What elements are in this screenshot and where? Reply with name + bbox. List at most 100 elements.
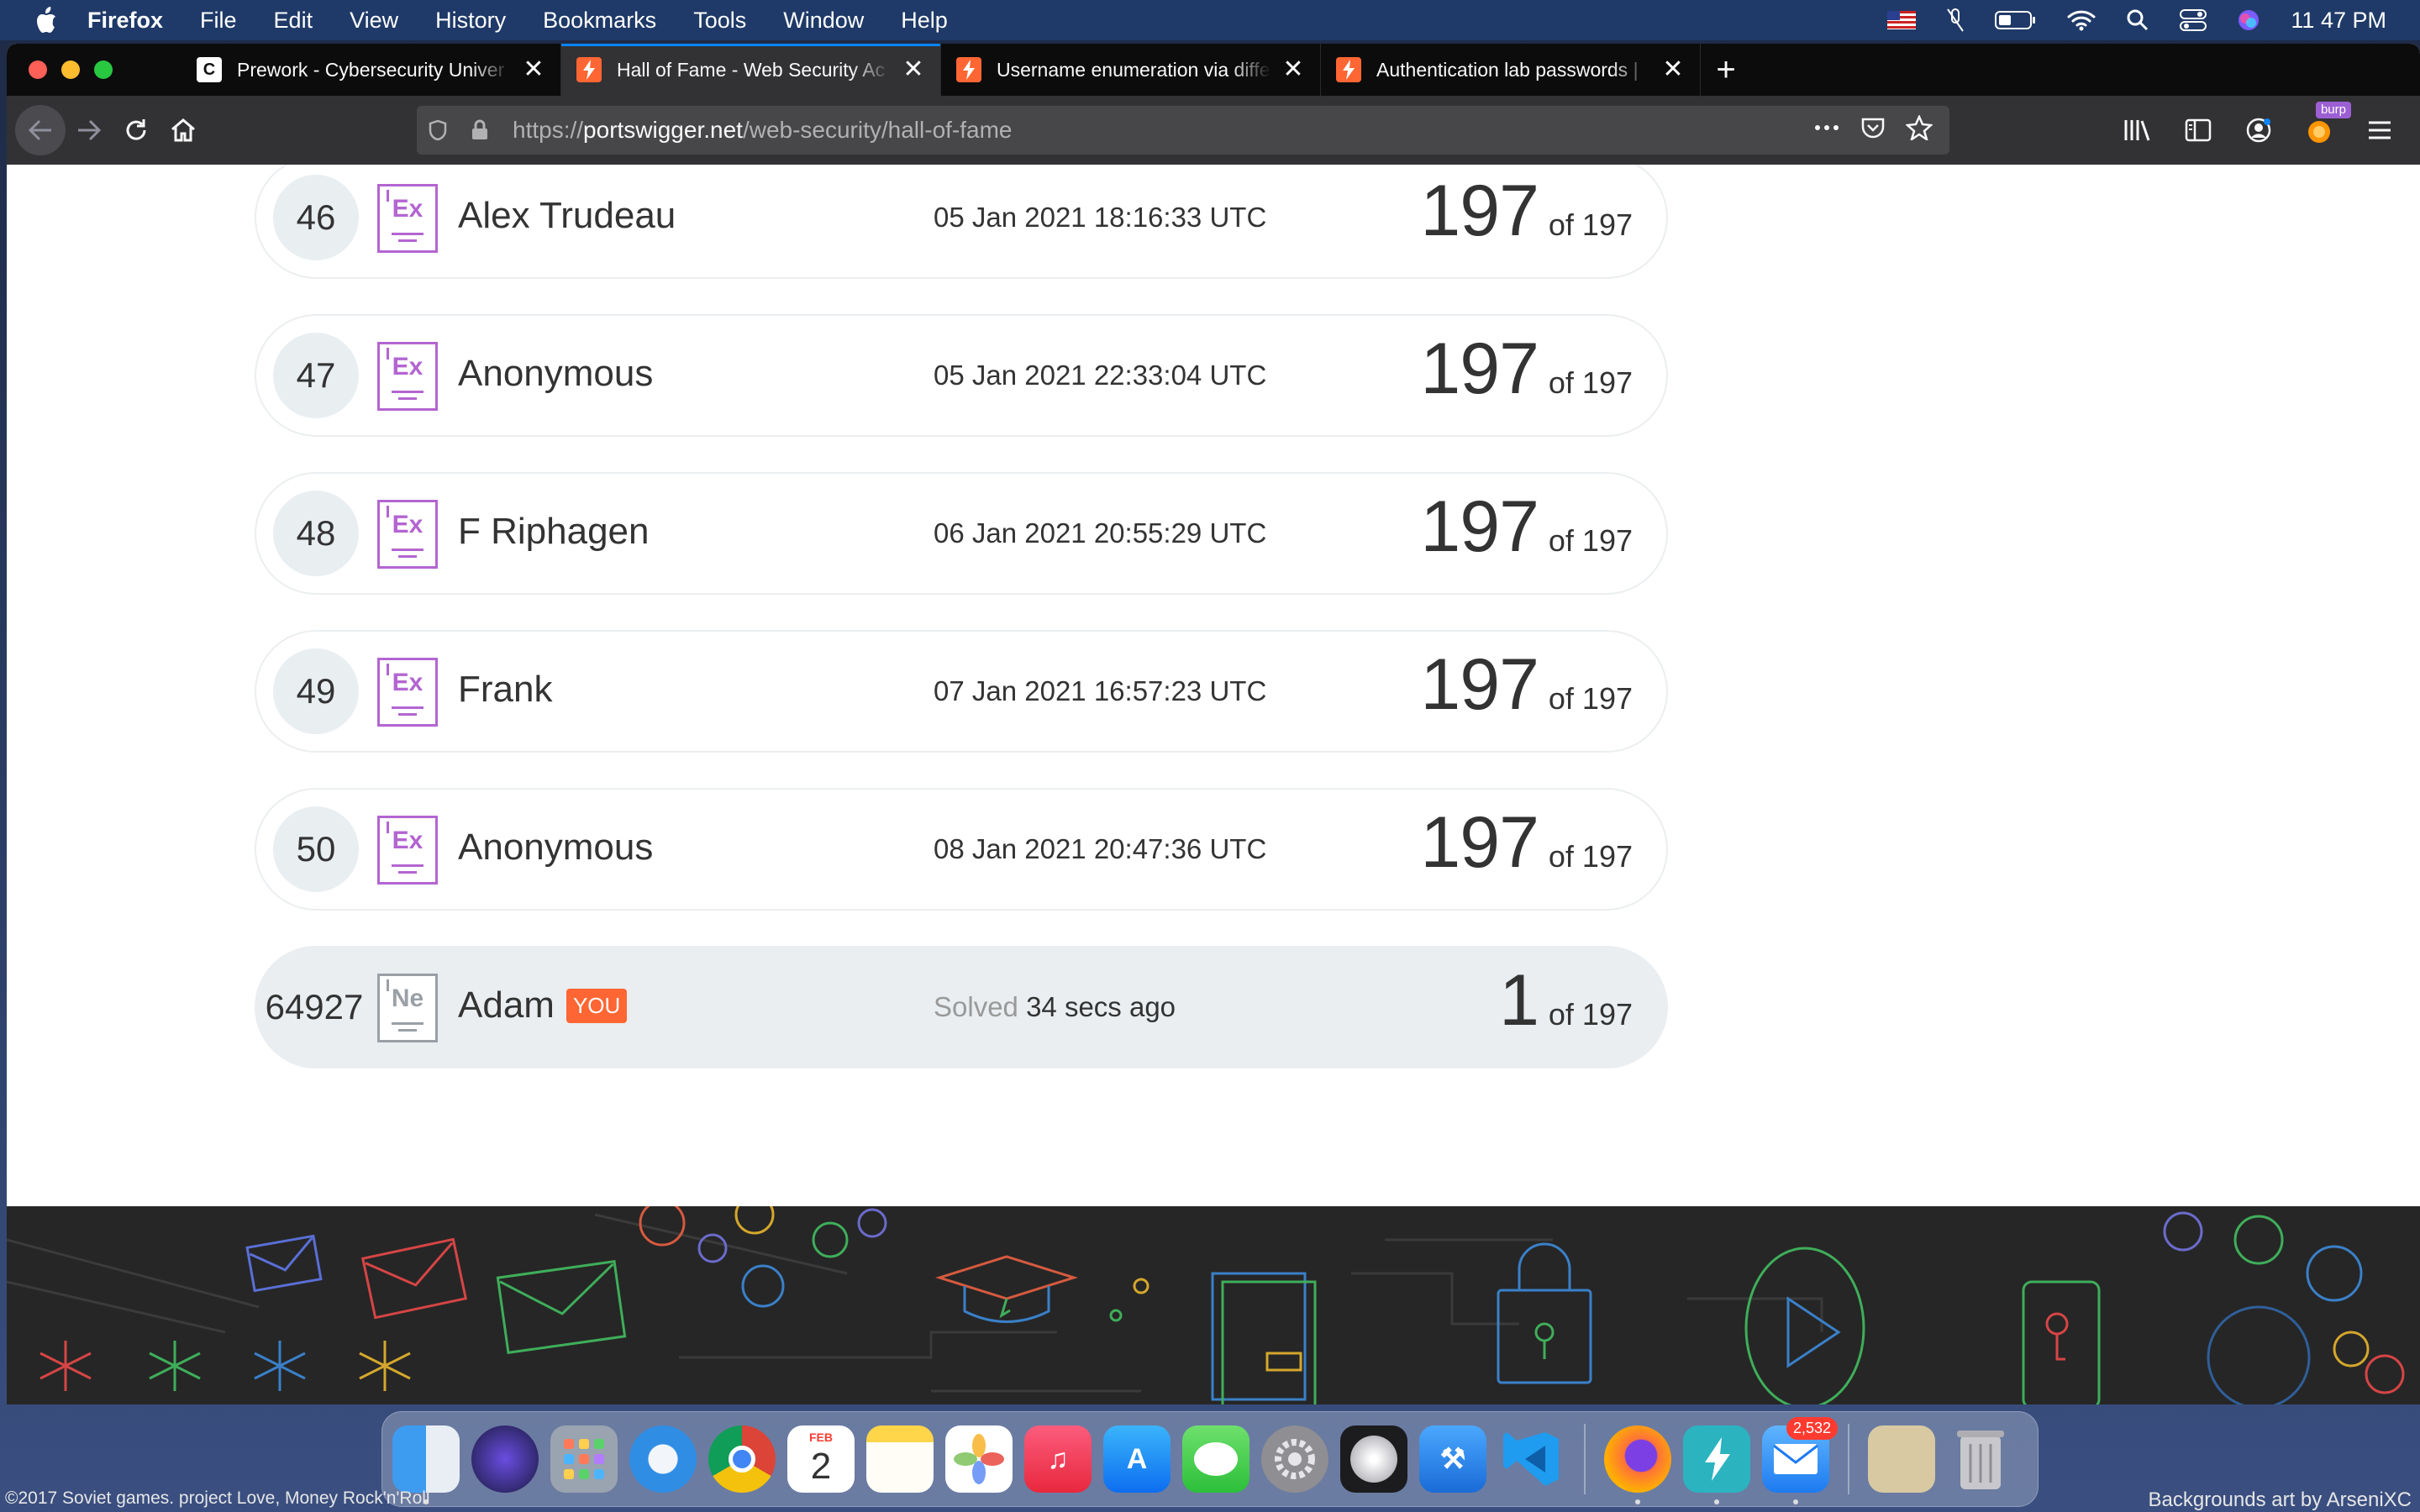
menu-view[interactable]: View xyxy=(350,8,398,34)
current-user-row: 64927 Ne Adam YOU Solved 34 secs ago 1 of … xyxy=(255,946,1668,1068)
calendar-day: 2 xyxy=(810,1446,832,1487)
menu-window[interactable]: Window xyxy=(783,8,864,34)
user-name: Adam YOU xyxy=(458,984,628,1026)
solved-label: Solved xyxy=(934,991,1018,1022)
you-badge: YOU xyxy=(566,988,628,1023)
back-button[interactable] xyxy=(15,105,66,155)
wallpaper-credit-right: Backgrounds art by ArseniXC xyxy=(2148,1488,2412,1511)
photos-icon[interactable] xyxy=(945,1425,1013,1493)
vscode-icon[interactable] xyxy=(1498,1425,1565,1493)
leaderboard-row: 50 Ex Anonymous 08 Jan 2021 20:47:36 UTC… xyxy=(255,788,1668,911)
flag-us-icon[interactable] xyxy=(1887,11,1917,29)
rank-number: 46 xyxy=(273,175,359,260)
envelope-icon xyxy=(496,1260,627,1354)
url-scheme: https:// xyxy=(513,117,584,143)
mute-icon[interactable] xyxy=(1946,8,1965,33)
notes-icon[interactable] xyxy=(866,1425,934,1493)
burp-suite-icon[interactable] xyxy=(1683,1425,1750,1504)
app-store-icon[interactable]: A xyxy=(1103,1425,1171,1493)
tab-hall-of-fame[interactable]: Hall of Fame - Web Security Ac ✕ xyxy=(561,44,941,96)
menu-file[interactable]: File xyxy=(200,8,237,34)
firefox-icon[interactable] xyxy=(1604,1425,1671,1504)
tab-prework[interactable]: C Prework - Cybersecurity Univer ✕ xyxy=(182,44,561,96)
url-text[interactable]: https://portswigger.net/web-security/hal… xyxy=(513,117,1013,144)
tab-title: Hall of Fame - Web Security Ac xyxy=(617,58,886,81)
tab-close-icon[interactable]: ✕ xyxy=(1281,57,1305,82)
close-window-button[interactable] xyxy=(29,60,47,79)
tab-strip: C Prework - Cybersecurity Univer ✕ Hall … xyxy=(7,44,2420,96)
completion-time: 08 Jan 2021 20:47:36 UTC xyxy=(934,833,1267,864)
zoom-window-button[interactable] xyxy=(94,60,113,79)
tracking-protection-shield-icon[interactable] xyxy=(417,119,459,141)
burp-badge: burp xyxy=(2315,102,2351,118)
cybersecurity-favicon-icon: C xyxy=(197,57,222,82)
url-host: portswigger.net xyxy=(583,117,743,143)
tab-authentication-lab[interactable]: Authentication lab passwords | ✕ xyxy=(1321,44,1701,96)
menu-bookmarks[interactable]: Bookmarks xyxy=(543,8,656,34)
calendar-icon[interactable]: FEB 2 xyxy=(787,1425,855,1493)
tab-close-icon[interactable]: ✕ xyxy=(1661,57,1685,82)
menu-edit[interactable]: Edit xyxy=(274,8,313,34)
dock-separator xyxy=(1848,1424,1849,1494)
search-icon[interactable] xyxy=(2126,8,2149,32)
apple-menu-icon[interactable] xyxy=(30,3,64,37)
messages-icon[interactable] xyxy=(1182,1425,1249,1493)
disk-utility-icon[interactable] xyxy=(1340,1425,1407,1493)
envelope-icon xyxy=(360,1237,468,1320)
firefox-window: C Prework - Cybersecurity Univer ✕ Hall … xyxy=(7,44,2420,1404)
chrome-icon[interactable] xyxy=(708,1425,776,1493)
play-button-icon xyxy=(1744,1247,1865,1404)
burp-proxy-extension-icon[interactable]: burp xyxy=(2296,102,2351,154)
safari-icon[interactable] xyxy=(629,1425,697,1493)
minimize-window-button[interactable] xyxy=(61,60,80,79)
wallpaper-credit-left: ©2017 Soviet games. project Love, Money … xyxy=(5,1488,430,1508)
account-icon[interactable] xyxy=(2235,107,2282,154)
lock-icon[interactable] xyxy=(459,119,501,141)
user-name: F Riphagen xyxy=(458,511,650,552)
mail-icon[interactable]: 2,532 xyxy=(1762,1417,1838,1504)
tab-close-icon[interactable]: ✕ xyxy=(902,57,925,82)
user-name: Alex Trudeau xyxy=(458,195,676,236)
system-preferences-icon[interactable] xyxy=(1261,1425,1328,1493)
pocket-icon[interactable] xyxy=(1860,115,1886,146)
reload-button[interactable] xyxy=(113,107,160,154)
leaderboard-row: 46 Ex Alex Trudeau 05 Jan 2021 18:16:33 … xyxy=(255,165,1668,279)
certificate-document-icon[interactable] xyxy=(1868,1425,1935,1493)
page-actions-ellipsis-icon[interactable] xyxy=(1813,115,1840,146)
siri-icon[interactable] xyxy=(471,1425,539,1493)
completion-time: 07 Jan 2021 16:57:23 UTC xyxy=(934,675,1267,706)
library-icon[interactable] xyxy=(2114,107,2161,154)
menu-history[interactable]: History xyxy=(435,8,506,34)
tab-username-enumeration[interactable]: Username enumeration via diffe ✕ xyxy=(941,44,1321,96)
gear-icon xyxy=(639,1206,887,1308)
trash-icon[interactable] xyxy=(1947,1425,2014,1493)
phone-icon xyxy=(2022,1280,2101,1404)
menu-tools[interactable]: Tools xyxy=(693,8,746,34)
tab-close-icon[interactable]: ✕ xyxy=(522,57,545,82)
finder-icon[interactable] xyxy=(392,1425,460,1504)
expert-badge-icon: Ex xyxy=(377,342,438,411)
labs-solved: 197 of 197 xyxy=(1420,486,1633,567)
url-bar[interactable]: https://portswigger.net/web-security/hal… xyxy=(417,106,1949,155)
battery-icon[interactable] xyxy=(1995,10,2037,30)
menu-help[interactable]: Help xyxy=(901,8,948,34)
bookmark-star-icon[interactable] xyxy=(1905,113,1933,146)
menu-app-firefox[interactable]: Firefox xyxy=(87,8,163,34)
forward-button[interactable] xyxy=(66,107,113,154)
xcode-icon[interactable]: ⚒ xyxy=(1419,1425,1486,1493)
portswigger-favicon-icon xyxy=(576,57,602,82)
siri-icon[interactable] xyxy=(2237,8,2260,32)
leaderboard-row: 47 Ex Anonymous 05 Jan 2021 22:33:04 UTC… xyxy=(255,314,1668,437)
mac-dock: FEB 2 ♫ A ⚒ 2,532 xyxy=(381,1411,2039,1507)
menubar-clock[interactable]: 11 47 PM xyxy=(2291,8,2386,34)
hamburger-menu-icon[interactable] xyxy=(2356,107,2403,154)
music-icon[interactable]: ♫ xyxy=(1024,1425,1092,1493)
wifi-icon[interactable] xyxy=(2067,9,2096,31)
home-button[interactable] xyxy=(160,107,207,154)
graduation-cap-icon xyxy=(934,1255,1079,1323)
new-tab-button[interactable]: + xyxy=(1701,44,1751,96)
solved-ago: 34 secs ago xyxy=(1026,991,1176,1022)
launchpad-icon[interactable] xyxy=(550,1425,618,1493)
sidebar-icon[interactable] xyxy=(2175,107,2222,154)
control-center-icon[interactable] xyxy=(2180,8,2207,32)
